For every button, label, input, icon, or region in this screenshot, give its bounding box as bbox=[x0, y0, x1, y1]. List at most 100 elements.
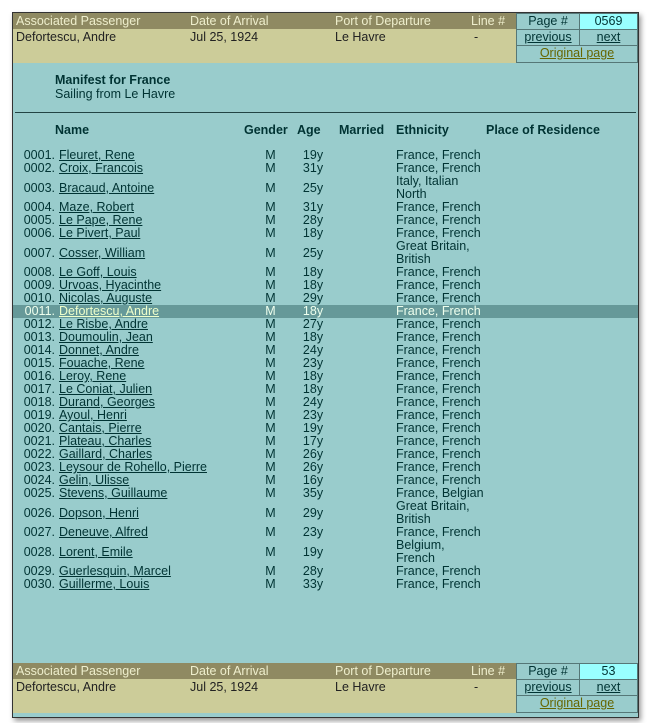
passenger-name[interactable]: Defortescu, Andre bbox=[59, 304, 159, 318]
col-name: Name bbox=[55, 123, 90, 137]
row-number: 0030. bbox=[23, 577, 55, 591]
date-label: Date of Arrival bbox=[190, 14, 269, 28]
manifest-heading: Manifest for France Sailing from Le Havr… bbox=[55, 73, 175, 101]
page-label: Page # bbox=[516, 663, 580, 680]
passenger-name[interactable]: Le Pivert, Paul bbox=[59, 226, 140, 240]
passenger-name[interactable]: Fleuret, Rene bbox=[59, 148, 135, 162]
passenger-name[interactable]: Nicolas, Auguste bbox=[59, 291, 152, 305]
passenger-name[interactable]: Donnet, Andre bbox=[59, 343, 139, 357]
passenger-name[interactable]: Urvoas, Hyacinthe bbox=[59, 278, 161, 292]
passenger-name[interactable]: Guillerme, Louis bbox=[59, 577, 149, 591]
passenger-name[interactable]: Deneuve, Alfred bbox=[59, 525, 148, 539]
married bbox=[339, 292, 396, 305]
original-page-link[interactable]: Original page bbox=[540, 696, 614, 710]
passenger-name[interactable]: Leysour de Rohello, Pierre bbox=[59, 460, 207, 474]
residence bbox=[486, 565, 638, 578]
date-label: Date of Arrival bbox=[190, 664, 269, 678]
married bbox=[339, 201, 396, 214]
gender: M bbox=[265, 525, 276, 539]
residence bbox=[486, 149, 638, 162]
passenger-name[interactable]: Lorent, Emile bbox=[59, 545, 133, 559]
next-link[interactable]: next bbox=[597, 30, 621, 44]
passenger-name[interactable]: Croix, Francois bbox=[59, 161, 143, 175]
residence bbox=[486, 383, 638, 396]
married bbox=[339, 357, 396, 370]
residence bbox=[486, 292, 638, 305]
passenger-name[interactable]: Durand, Georges bbox=[59, 395, 155, 409]
passenger-name[interactable]: Bracaud, Antoine bbox=[59, 181, 154, 195]
passenger-name[interactable]: Guerlesquin, Marcel bbox=[59, 564, 171, 578]
passenger-name[interactable]: Fouache, Rene bbox=[59, 356, 144, 370]
passenger-name[interactable]: Ayoul, Henri bbox=[59, 408, 127, 422]
married bbox=[339, 396, 396, 409]
passenger-name[interactable]: Maze, Robert bbox=[59, 200, 134, 214]
passenger-name[interactable]: Le Goff, Louis bbox=[59, 265, 137, 279]
previous-link[interactable]: previous bbox=[524, 30, 571, 44]
married bbox=[339, 461, 396, 474]
passenger-name[interactable]: Leroy, Rene bbox=[59, 369, 126, 383]
residence bbox=[486, 344, 638, 357]
age: 25y bbox=[302, 180, 324, 195]
line-value: - bbox=[474, 680, 479, 694]
row-number: 0002. bbox=[23, 161, 55, 175]
next-link[interactable]: next bbox=[597, 680, 621, 694]
gender: M bbox=[265, 161, 276, 175]
row-number: 0003. bbox=[23, 180, 55, 195]
page-label: Page # bbox=[516, 13, 580, 30]
passenger-name[interactable]: Cantais, Pierre bbox=[59, 421, 142, 435]
ethnicity: France, French bbox=[396, 577, 481, 591]
residence bbox=[486, 578, 638, 591]
gender: M bbox=[265, 486, 276, 500]
passenger-name[interactable]: Le Coniat, Julien bbox=[59, 382, 152, 396]
residence bbox=[486, 305, 638, 318]
ethnicity: Great Britain, British bbox=[396, 239, 470, 266]
passenger-name[interactable]: Cosser, William bbox=[59, 246, 145, 260]
passenger-label: Associated Passenger bbox=[16, 664, 141, 678]
married bbox=[339, 305, 396, 318]
table-row: 0028. Lorent, Emile M 19y Belgium, French bbox=[13, 539, 638, 565]
passenger-name[interactable]: Plateau, Charles bbox=[59, 434, 151, 448]
residence bbox=[486, 227, 638, 240]
table-row: 0007. Cosser, William M 25y Great Britain, B… bbox=[13, 240, 638, 266]
married bbox=[339, 266, 396, 279]
residence bbox=[486, 396, 638, 409]
residence bbox=[486, 162, 638, 175]
manifest-frame: Associated Passenger Date of Arrival Por… bbox=[12, 12, 639, 718]
table-row: 0002. Croix, Francois M 31y France, French bbox=[13, 162, 638, 175]
residence bbox=[486, 266, 638, 279]
married bbox=[339, 149, 396, 162]
residence bbox=[486, 474, 638, 487]
gender: M bbox=[265, 577, 276, 591]
residence bbox=[486, 448, 638, 461]
married bbox=[339, 370, 396, 383]
passenger-name[interactable]: Le Pape, Rene bbox=[59, 213, 142, 227]
residence bbox=[486, 409, 638, 422]
passenger-value: Defortescu, Andre bbox=[16, 680, 117, 694]
passenger-value: Defortescu, Andre bbox=[16, 30, 117, 44]
passenger-name[interactable]: Gelin, Ulisse bbox=[59, 473, 129, 487]
passenger-name[interactable]: Dopson, Henri bbox=[59, 506, 139, 520]
original-page-link[interactable]: Original page bbox=[540, 46, 614, 60]
col-married: Married bbox=[339, 123, 385, 137]
table-row: 0006. Le Pivert, Paul M 18y France, French bbox=[13, 227, 638, 240]
col-residence: Place of Residence bbox=[486, 123, 600, 137]
age: 33y bbox=[302, 577, 324, 591]
passenger-table: Name Gender Age Married Ethnicity Place … bbox=[13, 121, 638, 591]
married bbox=[339, 383, 396, 396]
passenger-name[interactable]: Gaillard, Charles bbox=[59, 447, 152, 461]
passenger-name[interactable]: Le Risbe, Andre bbox=[59, 317, 148, 331]
married bbox=[339, 435, 396, 448]
port-value: Le Havre bbox=[335, 30, 386, 44]
col-ethnicity: Ethnicity bbox=[396, 123, 449, 137]
passenger-name[interactable]: Stevens, Guillaume bbox=[59, 486, 167, 500]
col-age: Age bbox=[297, 123, 321, 137]
passenger-name[interactable]: Doumoulin, Jean bbox=[59, 330, 153, 344]
gender: M bbox=[265, 226, 276, 240]
table-row: 0027. Deneuve, Alfred M 23y France, French bbox=[13, 526, 638, 539]
married bbox=[339, 409, 396, 422]
row-number: 0006. bbox=[23, 226, 55, 240]
married bbox=[339, 487, 396, 500]
table-row: 0030. Guillerme, Louis M 33y France, French bbox=[13, 578, 638, 591]
residence bbox=[486, 240, 638, 266]
previous-link[interactable]: previous bbox=[524, 680, 571, 694]
